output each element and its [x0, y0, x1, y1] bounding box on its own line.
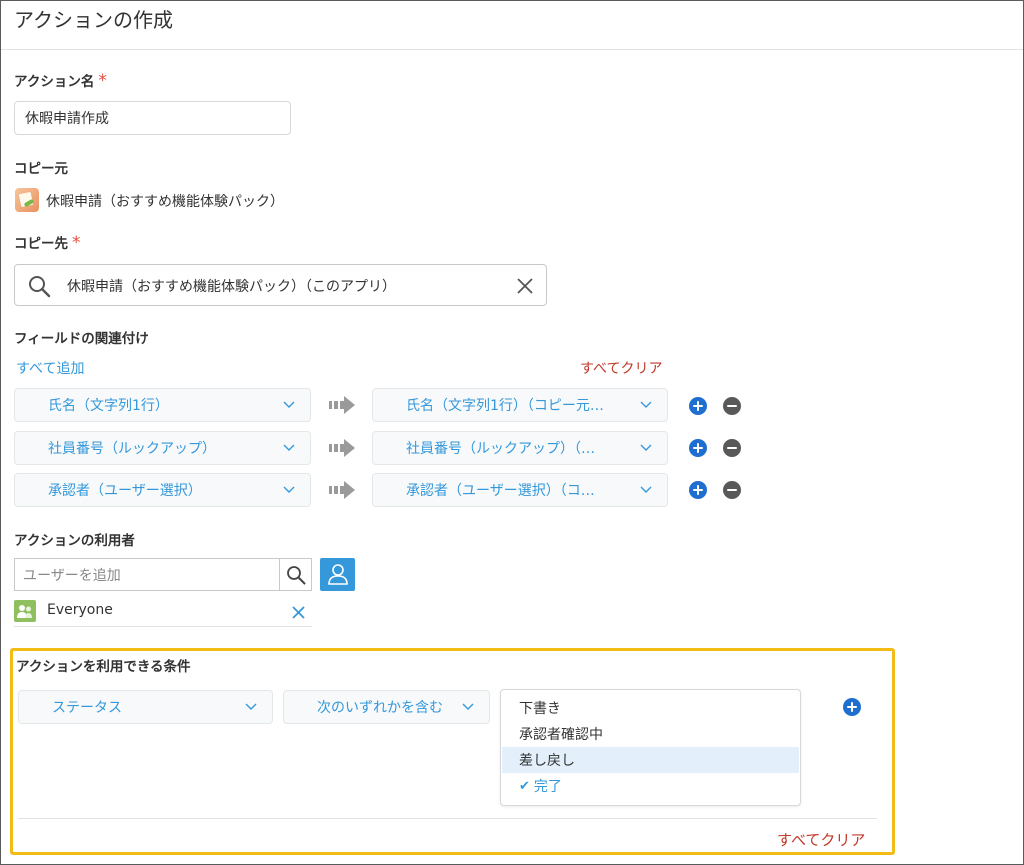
condition-field-value: ステータス [52, 700, 122, 716]
copy-source-label: コピー元 [14, 161, 68, 177]
mapping-target-select[interactable]: 社員番号（ルックアップ）（… [372, 431, 668, 465]
chevron-down-icon [283, 444, 295, 451]
user-picker-button[interactable] [320, 558, 355, 591]
copy-dest-label-text: コピー先 [14, 236, 68, 252]
action-name-label: アクション名 * [14, 70, 107, 91]
everyone-group-icon [14, 600, 36, 622]
field-mapping-label: フィールドの関連付け [14, 331, 149, 347]
user-search-button[interactable] [279, 558, 312, 591]
mapping-source-value: 氏名（文字列1行） [48, 398, 169, 414]
mapping-target-select[interactable]: 承認者（ユーザー選択）（コ… [372, 473, 668, 507]
user-icon [328, 564, 348, 585]
chevron-down-icon [640, 401, 652, 408]
chevron-down-icon [245, 703, 257, 710]
title-divider [1, 49, 1023, 50]
page-title: アクションの作成 [14, 8, 173, 32]
clear-all-mapping-link[interactable]: すべてクリア [580, 358, 662, 378]
option-label: 承認者確認中 [519, 727, 603, 743]
required-mark: * [98, 71, 107, 91]
mapping-source-select[interactable]: 氏名（文字列1行） [14, 388, 311, 422]
copy-dest-search[interactable]: 休暇申請（おすすめ機能体験パック）（このアプリ） [14, 264, 547, 306]
option-label: 完了 [533, 779, 562, 795]
condition-operator-select[interactable]: 次のいずれかを含む [283, 690, 490, 724]
arrow-right-icon [329, 396, 355, 414]
remove-row-button[interactable] [723, 439, 741, 457]
add-row-button[interactable] [689, 397, 707, 415]
user-add-placeholder: ユーザーを追加 [23, 567, 121, 584]
chevron-down-icon [640, 486, 652, 493]
user-entry-name: Everyone [47, 602, 113, 618]
list-item[interactable]: 差し戻し [502, 747, 799, 773]
action-users-label: アクションの利用者 [14, 533, 135, 549]
mapping-source-select[interactable]: 承認者（ユーザー選択） [14, 473, 311, 507]
list-item[interactable]: 承認者確認中 [502, 721, 799, 747]
copy-dest-value: 休暇申請（おすすめ機能体験パック）（このアプリ） [67, 279, 396, 295]
mapping-source-value: 社員番号（ルックアップ） [48, 441, 216, 457]
condition-field-select[interactable]: ステータス [18, 690, 273, 724]
arrow-right-icon [329, 481, 355, 499]
remove-row-button[interactable] [723, 481, 741, 499]
user-entry-row: Everyone [14, 597, 312, 627]
condition-values-listbox[interactable]: 下書き 承認者確認中 差し戻し ✔ 完了 [500, 689, 801, 806]
copy-source-app-name: 休暇申請（おすすめ機能体験パック） [46, 194, 284, 210]
remove-user-icon[interactable] [292, 606, 305, 619]
mapping-target-value: 氏名（文字列1行）（コピー元… [406, 398, 604, 414]
chevron-down-icon [462, 703, 474, 710]
list-item[interactable]: ✔ 完了 [502, 773, 799, 799]
condition-operator-value: 次のいずれかを含む [317, 700, 443, 716]
action-name-input[interactable]: 休暇申請作成 [14, 101, 291, 135]
search-icon [287, 566, 306, 585]
action-name-label-text: アクション名 [14, 74, 95, 90]
mapping-target-value: 社員番号（ルックアップ）（… [406, 441, 595, 457]
remove-row-button[interactable] [723, 397, 741, 415]
search-icon [29, 276, 51, 298]
user-add-input[interactable]: ユーザーを追加 [14, 558, 279, 591]
action-name-value: 休暇申請作成 [25, 111, 109, 127]
add-row-button[interactable] [689, 481, 707, 499]
arrow-right-icon [329, 439, 355, 457]
add-row-button[interactable] [689, 439, 707, 457]
add-condition-button[interactable] [843, 698, 861, 716]
chevron-down-icon [283, 486, 295, 493]
add-all-link[interactable]: すべて追加 [16, 358, 84, 378]
chevron-down-icon [283, 401, 295, 408]
option-label: 差し戻し [519, 753, 575, 769]
conditions-label: アクションを利用できる条件 [16, 659, 191, 675]
option-label: 下書き [519, 701, 561, 717]
mapping-source-value: 承認者（ユーザー選択） [48, 483, 202, 499]
app-icon [15, 188, 39, 212]
clear-all-conditions-link[interactable]: すべてクリア [777, 829, 865, 850]
required-mark: * [72, 233, 81, 253]
chevron-down-icon [640, 444, 652, 451]
mapping-source-select[interactable]: 社員番号（ルックアップ） [14, 431, 311, 465]
conditions-divider [18, 818, 877, 819]
mapping-target-value: 承認者（ユーザー選択）（コ… [406, 483, 595, 499]
list-item[interactable]: 下書き [502, 695, 799, 721]
mapping-target-select[interactable]: 氏名（文字列1行）（コピー元… [372, 388, 668, 422]
clear-icon[interactable] [516, 277, 534, 295]
check-icon: ✔ [519, 778, 530, 794]
copy-dest-label: コピー先 * [14, 232, 81, 253]
